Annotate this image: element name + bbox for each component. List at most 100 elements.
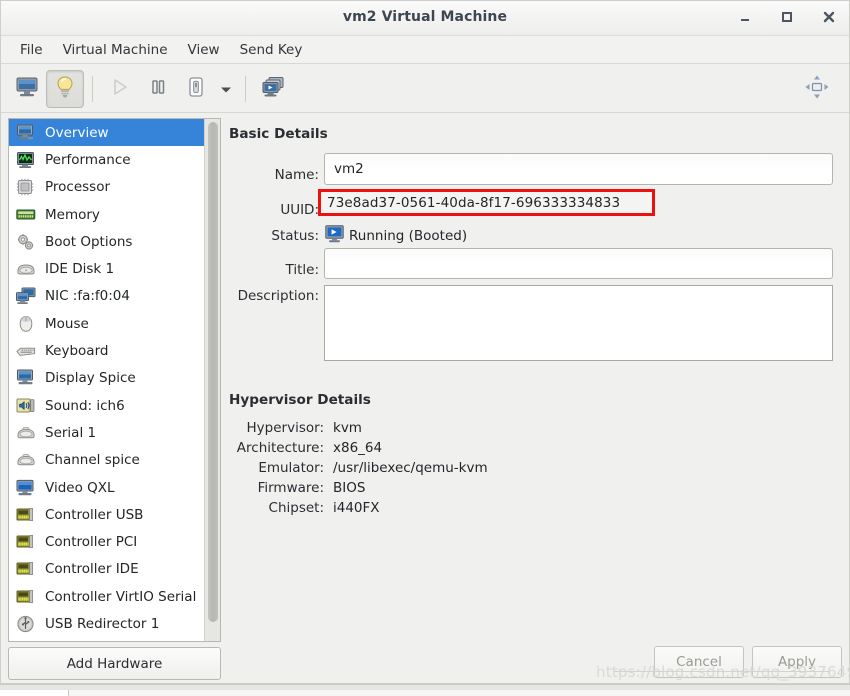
chipset-value: i440FX	[333, 500, 380, 516]
maximize-icon[interactable]	[776, 6, 798, 28]
hardware-list[interactable]: Overview Performance Processor Memory Boot O…	[9, 119, 205, 638]
sidebar-item-label: Controller VirtIO Serial	[45, 588, 197, 605]
status-value: Running (Booted)	[349, 228, 468, 244]
cancel-button[interactable]: Cancel	[654, 646, 744, 678]
snapshots-icon	[261, 76, 285, 102]
minimize-icon[interactable]	[734, 6, 756, 28]
show-details-view-button[interactable]	[46, 69, 84, 108]
sidebar-item-label: Boot Options	[45, 233, 133, 250]
emulator-value: /usr/libexec/qemu-kvm	[333, 460, 488, 476]
architecture-value: x86_64	[333, 440, 383, 456]
content-area: Overview Performance Processor Memory Boot O…	[0, 113, 850, 695]
sound-icon	[15, 396, 37, 416]
chipset-label: Chipset:	[268, 500, 324, 516]
sidebar-item-label: Mouse	[45, 315, 89, 332]
sidebar-item-ide-disk-1[interactable]: IDE Disk 1	[9, 255, 205, 282]
controller-icon	[15, 505, 37, 525]
firmware-label: Firmware:	[257, 480, 324, 496]
menu-virtual-machine[interactable]: Virtual Machine	[53, 39, 178, 61]
manage-snapshots-button[interactable]	[254, 70, 292, 108]
add-hardware-button[interactable]: Add Hardware	[8, 647, 221, 680]
usb-icon	[15, 614, 37, 634]
uuid-label: UUID:	[280, 202, 319, 218]
background-window-sliver	[0, 684, 850, 696]
menu-bar: File Virtual Machine View Send Key	[0, 36, 850, 64]
window-title: vm2 Virtual Machine	[342, 9, 508, 25]
sidebar-item-processor[interactable]: Processor	[9, 174, 205, 201]
background-window-edge	[68, 690, 850, 696]
sidebar-item-display-spice[interactable]: Display Spice	[9, 365, 205, 392]
sidebar-item-sound-ich6[interactable]: Sound: ich6	[9, 392, 205, 419]
sidebar-item-mouse[interactable]: Mouse	[9, 310, 205, 337]
sidebar-item-keyboard[interactable]: Keyboard	[9, 337, 205, 364]
apply-button[interactable]: Apply	[752, 646, 842, 678]
sidebar-item-channel-spice[interactable]: Channel spice	[9, 447, 205, 474]
sidebar-item-serial-1[interactable]: Serial 1	[9, 419, 205, 446]
sidebar-item-memory[interactable]: Memory	[9, 201, 205, 228]
show-console-view-button[interactable]	[8, 70, 46, 108]
serial-icon	[15, 423, 37, 443]
close-icon[interactable]	[818, 6, 840, 28]
harddisk-icon	[15, 259, 37, 279]
sidebar-item-label: Controller IDE	[45, 561, 139, 578]
menu-send-key[interactable]: Send Key	[230, 39, 313, 61]
sidebar-item-label: Keyboard	[45, 343, 109, 360]
description-label: Description:	[237, 288, 319, 304]
sidebar-item-performance[interactable]: Performance	[9, 146, 205, 173]
keyboard-icon	[15, 341, 37, 361]
title-label: Title:	[285, 262, 319, 278]
power-icon	[185, 76, 207, 102]
display-icon	[15, 368, 37, 388]
shutdown-dropdown-button[interactable]	[215, 70, 237, 108]
menu-file[interactable]: File	[10, 39, 53, 61]
sidebar-item-label: Display Spice	[45, 370, 136, 387]
hypervisor-details-heading: Hypervisor Details	[229, 392, 371, 408]
lightbulb-icon	[54, 75, 76, 103]
shutdown-vm-button[interactable]	[177, 70, 215, 108]
sidebar-item-label: Performance	[45, 151, 131, 168]
scrollbar-thumb[interactable]	[208, 122, 218, 622]
cancel-label: Cancel	[676, 654, 722, 670]
run-vm-button[interactable]	[101, 70, 139, 108]
menu-view[interactable]: View	[178, 39, 230, 61]
sidebar-item-usb-redirector-1[interactable]: USB Redirector 1	[9, 610, 205, 637]
hardware-list-scrollbar[interactable]	[204, 119, 220, 641]
controller-icon	[15, 559, 37, 579]
pause-vm-button[interactable]	[139, 70, 177, 108]
overview-detail-pane: Basic Details Name: UUID: 73e8ad37-0561-…	[229, 113, 850, 695]
hypervisor-label: Hypervisor:	[246, 420, 324, 436]
sidebar-item-controller-ide[interactable]: Controller IDE	[9, 556, 205, 583]
basic-details-heading: Basic Details	[229, 126, 328, 142]
network-icon	[15, 286, 37, 306]
sidebar-item-video-qxl[interactable]: Video QXL	[9, 474, 205, 501]
description-textarea[interactable]	[324, 285, 833, 361]
add-hardware-label: Add Hardware	[66, 655, 163, 672]
sidebar-item-controller-pci[interactable]: Controller PCI	[9, 528, 205, 555]
sidebar-item-overview[interactable]: Overview	[9, 119, 205, 147]
title-input[interactable]	[324, 248, 833, 279]
sidebar-item-label: Controller USB	[45, 506, 144, 523]
sidebar-item-controller-usb[interactable]: Controller USB	[9, 501, 205, 528]
memory-icon	[15, 205, 37, 225]
sidebar-item-label: NIC :fa:f0:04	[45, 288, 130, 305]
title-bar: vm2 Virtual Machine	[0, 0, 850, 36]
sidebar-item-label: USB Redirector 1	[45, 615, 160, 632]
toolbar-separator-2	[245, 75, 246, 102]
toolbar-separator-1	[92, 75, 93, 102]
name-label: Name:	[274, 167, 319, 183]
gears-icon	[15, 232, 37, 252]
name-input[interactable]	[324, 153, 833, 185]
firmware-value: BIOS	[333, 480, 366, 496]
running-monitor-icon	[325, 225, 344, 247]
mouse-icon	[15, 314, 37, 334]
window-controls	[734, 6, 840, 28]
sidebar-item-boot-options[interactable]: Boot Options	[9, 228, 205, 255]
sidebar-item-nic-fa-f0-04[interactable]: NIC :fa:f0:04	[9, 283, 205, 310]
uuid-value: 73e8ad37-0561-40da-8f17-696333334833	[327, 194, 621, 211]
apply-label: Apply	[777, 654, 817, 670]
sidebar-item-label: Processor	[45, 179, 111, 196]
pause-icon	[149, 78, 167, 100]
fullscreen-icon	[804, 74, 830, 104]
fullscreen-toggle-button[interactable]	[798, 70, 836, 108]
sidebar-item-controller-virtio-serial[interactable]: Controller VirtIO Serial	[9, 583, 205, 610]
